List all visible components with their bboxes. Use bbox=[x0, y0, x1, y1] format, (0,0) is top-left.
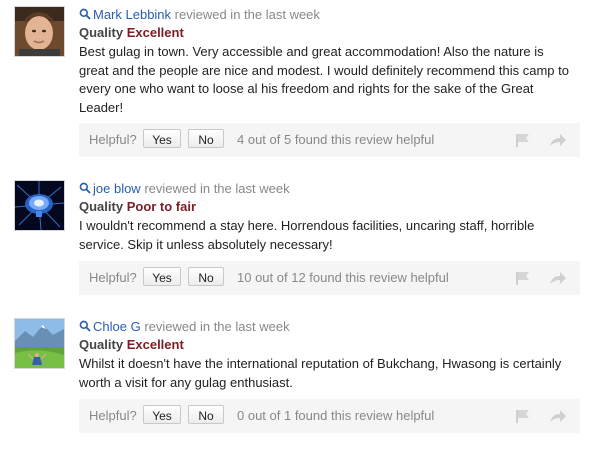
helpful-no-button[interactable]: No bbox=[188, 129, 224, 148]
flag-icon[interactable] bbox=[515, 271, 531, 285]
review-body-line: great and the people are nice and modest… bbox=[79, 62, 569, 78]
helpful-count: 10 out of 12 found this review helpful bbox=[237, 270, 449, 285]
reviewer-name-link[interactable]: Chloe G bbox=[93, 319, 141, 334]
helpful-feedback-bar: Helpful? Yes No 4 out of 5 found this re… bbox=[79, 123, 580, 157]
review-body-line: every one who want to loose al his freed… bbox=[79, 81, 534, 96]
review-header: joe blow reviewed in the last week bbox=[79, 180, 584, 198]
helpful-count: 4 out of 5 found this review helpful bbox=[237, 132, 435, 147]
search-icon bbox=[79, 320, 91, 332]
helpful-label: Helpful? bbox=[89, 408, 137, 423]
quality-rating: Quality Excellent bbox=[79, 336, 584, 354]
review-body: Whilst it doesn't have the international… bbox=[79, 355, 584, 392]
helpful-no-button[interactable]: No bbox=[188, 267, 224, 286]
quality-label: Quality bbox=[79, 337, 124, 352]
helpful-yes-button[interactable]: Yes bbox=[143, 129, 181, 148]
review-body-line: Whilst it doesn't have the international… bbox=[79, 356, 562, 371]
review-body-line: worth a visit for any gulag enthusiast. bbox=[79, 374, 293, 390]
flag-icon[interactable] bbox=[515, 133, 531, 147]
review-date: reviewed in the last week bbox=[174, 7, 320, 22]
reviewer-name-link[interactable]: Mark Lebbink bbox=[93, 7, 171, 22]
review-body: I wouldn't recommend a stay here. Horren… bbox=[79, 217, 584, 254]
helpful-count: 0 out of 1 found this review helpful bbox=[237, 408, 435, 423]
review-body-line: service. Skip it unless absolutely neces… bbox=[79, 236, 333, 252]
portrait-photo bbox=[15, 7, 64, 56]
glowing-brain-image bbox=[15, 181, 64, 230]
mountain-meadow-photo bbox=[15, 319, 64, 368]
quality-rating: Quality Excellent bbox=[79, 24, 584, 42]
search-icon bbox=[79, 8, 91, 20]
helpful-no-button[interactable]: No bbox=[188, 405, 224, 424]
share-arrow-icon[interactable] bbox=[549, 133, 567, 147]
share-arrow-icon[interactable] bbox=[549, 271, 567, 285]
review-date: reviewed in the last week bbox=[144, 319, 290, 334]
helpful-yes-button[interactable]: Yes bbox=[143, 405, 181, 424]
helpful-feedback-bar: Helpful? Yes No 10 out of 12 found this … bbox=[79, 261, 580, 295]
helpful-yes-button[interactable]: Yes bbox=[143, 267, 181, 286]
quality-value: Excellent bbox=[126, 25, 184, 40]
review-body: Best gulag in town. Very accessible and … bbox=[79, 43, 584, 117]
helpful-label: Helpful? bbox=[89, 132, 137, 147]
helpful-feedback-bar: Helpful? Yes No 0 out of 1 found this re… bbox=[79, 399, 580, 433]
quality-label: Quality bbox=[79, 25, 124, 40]
review-header: Chloe G reviewed in the last week bbox=[79, 318, 584, 336]
helpful-label: Helpful? bbox=[89, 270, 137, 285]
review-header: Mark Lebbink reviewed in the last week bbox=[79, 6, 584, 24]
quality-label: Quality bbox=[79, 199, 124, 214]
quality-value: Poor to fair bbox=[126, 199, 197, 214]
review-body-line: Leader! bbox=[79, 99, 124, 115]
reviewer-avatar[interactable] bbox=[14, 6, 65, 57]
search-icon bbox=[79, 182, 91, 194]
quality-value: Excellent bbox=[126, 337, 184, 352]
reviewer-avatar[interactable] bbox=[14, 180, 65, 231]
reviewer-avatar[interactable] bbox=[14, 318, 65, 369]
review-body-line: Best gulag in town. Very accessible and … bbox=[79, 44, 544, 59]
reviewer-name-link[interactable]: joe blow bbox=[93, 181, 141, 196]
review-date: reviewed in the last week bbox=[144, 181, 290, 196]
share-arrow-icon[interactable] bbox=[549, 409, 567, 423]
flag-icon[interactable] bbox=[515, 409, 531, 423]
quality-rating: Quality Poor to fair bbox=[79, 198, 584, 216]
review-body-line: I wouldn't recommend a stay here. Horren… bbox=[79, 218, 535, 233]
